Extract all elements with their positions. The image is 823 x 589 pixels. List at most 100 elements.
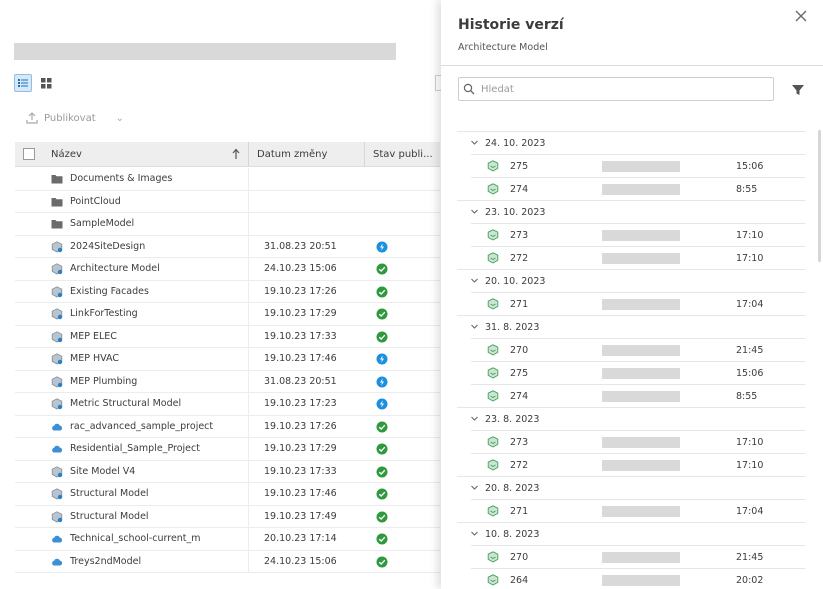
table-row[interactable]: rac_advanced_sample_project 19.10.23 17:2…	[15, 415, 440, 438]
filter-icon[interactable]	[791, 83, 805, 97]
table-row[interactable]: Existing Facades 19.10.23 17:26	[15, 280, 440, 303]
version-row[interactable]: 272 17:10	[471, 453, 805, 476]
grid-view-button[interactable]	[37, 74, 55, 92]
version-row[interactable]: 275 15:06	[471, 154, 805, 177]
file-name[interactable]: Technical_school-current_m	[70, 533, 201, 544]
column-header-name[interactable]: Název	[51, 142, 82, 167]
chevron-down-icon[interactable]	[470, 322, 479, 331]
version-row[interactable]: 271 17:04	[471, 499, 805, 522]
search-field[interactable]	[458, 77, 774, 101]
select-all-checkbox[interactable]	[23, 148, 35, 160]
version-model-icon	[487, 160, 499, 172]
file-name[interactable]: Architecture Model	[70, 263, 160, 274]
table-row[interactable]: Architecture Model 24.10.23 15:06	[15, 258, 440, 281]
chevron-down-icon[interactable]	[470, 207, 479, 216]
redacted-author	[602, 345, 680, 356]
version-date-group[interactable]: 24. 10. 2023	[457, 131, 805, 154]
panel-subtitle: Architecture Model	[458, 42, 548, 53]
version-number: 271	[510, 506, 529, 517]
upload-icon	[26, 112, 38, 124]
table-row[interactable]: SampleModel	[15, 213, 440, 236]
chevron-down-icon[interactable]	[470, 276, 479, 285]
table-row[interactable]: MEP ELEC 19.10.23 17:33	[15, 325, 440, 348]
column-header-date[interactable]: Datum změny	[257, 142, 327, 167]
version-number: 273	[510, 230, 529, 241]
chevron-down-icon[interactable]	[470, 414, 479, 423]
version-row[interactable]: 273 17:10	[471, 430, 805, 453]
chevron-down-icon[interactable]	[470, 483, 479, 492]
file-name[interactable]: Documents & Images	[70, 173, 172, 184]
table-row[interactable]: Structural Model 19.10.23 17:49	[15, 505, 440, 528]
file-name[interactable]: Residential_Sample_Project	[70, 443, 200, 454]
version-row[interactable]: 270 21:45	[471, 338, 805, 361]
column-separator	[248, 190, 249, 213]
chevron-down-icon[interactable]	[470, 529, 479, 538]
table-row[interactable]: Site Model V4 19.10.23 17:33	[15, 460, 440, 483]
version-date-group[interactable]: 31. 8. 2023	[457, 315, 805, 338]
version-row[interactable]: 275 15:06	[471, 361, 805, 384]
file-browser: Publikovat ⌄ Název Datum změny Stav publ…	[0, 0, 441, 589]
version-row[interactable]: 271 17:04	[471, 292, 805, 315]
published-check-icon	[376, 308, 388, 320]
version-row[interactable]: 270 21:45	[471, 545, 805, 568]
version-number: 274	[510, 184, 529, 195]
table-row[interactable]: Technical_school-current_m 20.10.23 17:14	[15, 528, 440, 551]
file-name[interactable]: MEP Plumbing	[70, 376, 137, 387]
file-name[interactable]: Treys2ndModel	[70, 556, 141, 567]
file-name[interactable]: PointCloud	[70, 196, 121, 207]
version-date-group[interactable]: 23. 8. 2023	[457, 407, 805, 430]
file-name[interactable]: MEP ELEC	[70, 331, 117, 342]
version-row[interactable]: 264 20:02	[471, 568, 805, 589]
version-number: 272	[510, 460, 529, 471]
search-input[interactable]	[481, 83, 761, 95]
version-model-icon	[487, 574, 499, 586]
scrollbar[interactable]	[818, 130, 821, 262]
version-row[interactable]: 273 17:10	[471, 223, 805, 246]
version-date-group[interactable]: 20. 8. 2023	[457, 476, 805, 499]
version-row[interactable]: 274 8:55	[471, 177, 805, 200]
table-row[interactable]: LinkForTesting 19.10.23 17:29	[15, 303, 440, 326]
cloud-icon	[51, 421, 63, 433]
chevron-down-icon[interactable]: ⌄	[116, 113, 124, 124]
table-row[interactable]: Residential_Sample_Project 19.10.23 17:29	[15, 438, 440, 461]
modified-date: 19.10.23 17:46	[264, 353, 337, 364]
file-name[interactable]: Metric Structural Model	[70, 398, 181, 409]
file-name[interactable]: Structural Model	[70, 511, 149, 522]
file-name[interactable]: Site Model V4	[70, 466, 135, 477]
table-row[interactable]: Treys2ndModel 24.10.23 15:06	[15, 550, 440, 573]
table-row[interactable]: Metric Structural Model 19.10.23 17:23	[15, 393, 440, 416]
version-model-icon	[487, 551, 499, 563]
publish-button[interactable]: Publikovat ⌄	[26, 112, 124, 124]
chevron-down-icon[interactable]	[470, 138, 479, 147]
list-view-button[interactable]	[14, 74, 32, 92]
version-date-group[interactable]: 10. 8. 2023	[457, 522, 805, 545]
version-date-group[interactable]: 20. 10. 2023	[457, 269, 805, 292]
file-name[interactable]: MEP HVAC	[70, 353, 119, 364]
table-row[interactable]: Documents & Images	[15, 168, 440, 191]
file-name[interactable]: Existing Facades	[70, 286, 149, 297]
version-row[interactable]: 274 8:55	[471, 384, 805, 407]
file-name[interactable]: rac_advanced_sample_project	[70, 421, 213, 432]
table-row[interactable]: Structural Model 19.10.23 17:46	[15, 483, 440, 506]
close-icon[interactable]	[793, 8, 809, 24]
version-row[interactable]: 272 17:10	[471, 246, 805, 269]
table-row[interactable]: PointCloud	[15, 190, 440, 213]
version-time: 17:10	[736, 253, 764, 264]
version-time: 21:45	[736, 552, 764, 563]
file-name[interactable]: LinkForTesting	[70, 308, 138, 319]
version-date-group[interactable]: 23. 10. 2023	[457, 200, 805, 223]
version-time: 15:06	[736, 368, 764, 379]
published-check-icon	[376, 286, 388, 298]
file-name[interactable]: SampleModel	[70, 218, 134, 229]
group-date: 10. 8. 2023	[485, 529, 540, 540]
file-name[interactable]: 2024SiteDesign	[70, 241, 145, 252]
version-number: 270	[510, 552, 529, 563]
folder-icon	[51, 196, 63, 208]
column-header-status[interactable]: Stav publi...	[373, 142, 433, 167]
table-row[interactable]: MEP Plumbing 31.08.23 20:51	[15, 370, 440, 393]
table-row[interactable]: MEP HVAC 19.10.23 17:46	[15, 348, 440, 371]
sort-ascending-icon[interactable]	[232, 148, 240, 160]
table-row[interactable]: 2024SiteDesign 31.08.23 20:51	[15, 235, 440, 258]
version-list: 24. 10. 2023 275 15:06 274 8:55 23. 10. 2023 2…	[457, 131, 805, 589]
file-name[interactable]: Structural Model	[70, 488, 149, 499]
